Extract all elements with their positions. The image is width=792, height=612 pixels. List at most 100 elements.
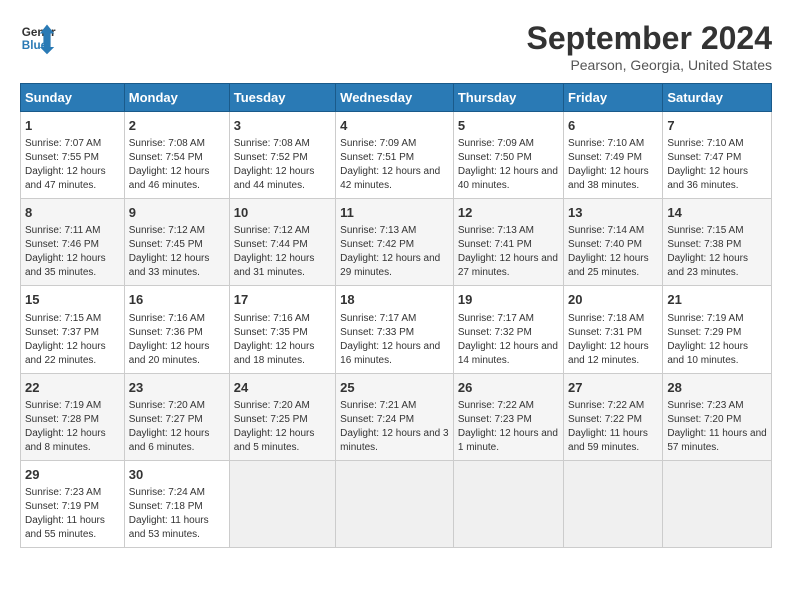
- day-number: 14: [667, 204, 767, 222]
- cell-content: Sunrise: 7:17 AMSunset: 7:32 PMDaylight:…: [458, 312, 559, 368]
- cell-content: Sunrise: 7:13 AMSunset: 7:41 PMDaylight:…: [458, 224, 559, 280]
- calendar-cell: 12 Sunrise: 7:13 AMSunset: 7:41 PMDayligh…: [453, 199, 563, 286]
- calendar-cell: 10Sunrise: 7:12 AMSunset: 7:44 PMDayligh…: [229, 199, 335, 286]
- calendar-subtitle: Pearson, Georgia, United States: [527, 57, 772, 73]
- day-number: 9: [129, 204, 225, 222]
- calendar-cell: 7 Sunrise: 7:10 AMSunset: 7:47 PMDaylight…: [663, 112, 772, 199]
- day-number: 13: [568, 204, 658, 222]
- calendar-week-row: 29 Sunrise: 7:23 AMSunset: 7:19 PMDayligh…: [21, 460, 772, 547]
- calendar-cell: [453, 460, 563, 547]
- day-number: 1: [25, 117, 120, 135]
- title-block: September 2024 Pearson, Georgia, United …: [527, 20, 772, 73]
- cell-content: Sunrise: 7:08 AMSunset: 7:52 PMDaylight:…: [234, 137, 331, 193]
- cell-content: Sunrise: 7:07 AMSunset: 7:55 PMDaylight:…: [25, 137, 120, 193]
- calendar-cell: 13 Sunrise: 7:14 AMSunset: 7:40 PMDayligh…: [564, 199, 663, 286]
- day-number: 19: [458, 291, 559, 309]
- cell-content: Sunrise: 7:15 AMSunset: 7:38 PMDaylight:…: [667, 224, 767, 280]
- weekday-header-monday: Monday: [124, 84, 229, 112]
- day-number: 3: [234, 117, 331, 135]
- cell-content: Sunrise: 7:12 AMSunset: 7:45 PMDaylight:…: [129, 224, 225, 280]
- calendar-cell: 18 Sunrise: 7:17 AMSunset: 7:33 PMDayligh…: [336, 286, 454, 373]
- calendar-cell: [229, 460, 335, 547]
- cell-content: Sunrise: 7:22 AMSunset: 7:23 PMDaylight:…: [458, 399, 559, 455]
- calendar-cell: 1 Sunrise: 7:07 AMSunset: 7:55 PMDaylight…: [21, 112, 125, 199]
- day-number: 6: [568, 117, 658, 135]
- day-number: 18: [340, 291, 449, 309]
- cell-content: Sunrise: 7:17 AMSunset: 7:33 PMDaylight:…: [340, 312, 449, 368]
- day-number: 16: [129, 291, 225, 309]
- day-number: 30: [129, 466, 225, 484]
- generalblue-logo-icon: General Blue: [20, 20, 56, 56]
- calendar-cell: 22 Sunrise: 7:19 AMSunset: 7:28 PMDayligh…: [21, 373, 125, 460]
- cell-content: Sunrise: 7:10 AMSunset: 7:47 PMDaylight:…: [667, 137, 767, 193]
- cell-content: Sunrise: 7:08 AMSunset: 7:54 PMDaylight:…: [129, 137, 225, 193]
- calendar-cell: 14 Sunrise: 7:15 AMSunset: 7:38 PMDayligh…: [663, 199, 772, 286]
- calendar-week-row: 1 Sunrise: 7:07 AMSunset: 7:55 PMDaylight…: [21, 112, 772, 199]
- day-number: 12: [458, 204, 559, 222]
- weekday-header-row: SundayMondayTuesdayWednesdayThursdayFrid…: [21, 84, 772, 112]
- day-number: 28: [667, 379, 767, 397]
- cell-content: Sunrise: 7:15 AMSunset: 7:37 PMDaylight:…: [25, 312, 120, 368]
- day-number: 29: [25, 466, 120, 484]
- cell-content: Sunrise: 7:23 AMSunset: 7:20 PMDaylight:…: [667, 399, 767, 455]
- calendar-cell: 27 Sunrise: 7:22 AMSunset: 7:22 PMDayligh…: [564, 373, 663, 460]
- calendar-cell: [663, 460, 772, 547]
- calendar-cell: 6 Sunrise: 7:10 AMSunset: 7:49 PMDaylight…: [564, 112, 663, 199]
- calendar-week-row: 8Sunrise: 7:11 AMSunset: 7:46 PMDaylight…: [21, 199, 772, 286]
- page-header: General Blue September 2024 Pearson, Geo…: [20, 20, 772, 73]
- calendar-week-row: 15Sunrise: 7:15 AMSunset: 7:37 PMDayligh…: [21, 286, 772, 373]
- calendar-cell: [564, 460, 663, 547]
- day-number: 8: [25, 204, 120, 222]
- cell-content: Sunrise: 7:09 AMSunset: 7:50 PMDaylight:…: [458, 137, 559, 193]
- cell-content: Sunrise: 7:23 AMSunset: 7:19 PMDaylight:…: [25, 486, 120, 542]
- cell-content: Sunrise: 7:19 AMSunset: 7:28 PMDaylight:…: [25, 399, 120, 455]
- calendar-cell: 8Sunrise: 7:11 AMSunset: 7:46 PMDaylight…: [21, 199, 125, 286]
- weekday-header-tuesday: Tuesday: [229, 84, 335, 112]
- calendar-cell: 23 Sunrise: 7:20 AMSunset: 7:27 PMDayligh…: [124, 373, 229, 460]
- weekday-header-thursday: Thursday: [453, 84, 563, 112]
- calendar-cell: 25 Sunrise: 7:21 AMSunset: 7:24 PMDayligh…: [336, 373, 454, 460]
- cell-content: Sunrise: 7:21 AMSunset: 7:24 PMDaylight:…: [340, 399, 449, 455]
- calendar-cell: 17Sunrise: 7:16 AMSunset: 7:35 PMDayligh…: [229, 286, 335, 373]
- calendar-cell: 3 Sunrise: 7:08 AMSunset: 7:52 PMDaylight…: [229, 112, 335, 199]
- cell-content: Sunrise: 7:10 AMSunset: 7:49 PMDaylight:…: [568, 137, 658, 193]
- cell-content: Sunrise: 7:09 AMSunset: 7:51 PMDaylight:…: [340, 137, 449, 193]
- day-number: 4: [340, 117, 449, 135]
- cell-content: Sunrise: 7:22 AMSunset: 7:22 PMDaylight:…: [568, 399, 658, 455]
- cell-content: Sunrise: 7:20 AMSunset: 7:27 PMDaylight:…: [129, 399, 225, 455]
- day-number: 2: [129, 117, 225, 135]
- weekday-header-saturday: Saturday: [663, 84, 772, 112]
- weekday-header-sunday: Sunday: [21, 84, 125, 112]
- calendar-cell: 29 Sunrise: 7:23 AMSunset: 7:19 PMDayligh…: [21, 460, 125, 547]
- cell-content: Sunrise: 7:16 AMSunset: 7:36 PMDaylight:…: [129, 312, 225, 368]
- calendar-cell: 4 Sunrise: 7:09 AMSunset: 7:51 PMDaylight…: [336, 112, 454, 199]
- calendar-cell: 2 Sunrise: 7:08 AMSunset: 7:54 PMDaylight…: [124, 112, 229, 199]
- cell-content: Sunrise: 7:20 AMSunset: 7:25 PMDaylight:…: [234, 399, 331, 455]
- calendar-cell: 30Sunrise: 7:24 AMSunset: 7:18 PMDayligh…: [124, 460, 229, 547]
- calendar-cell: 20 Sunrise: 7:18 AMSunset: 7:31 PMDayligh…: [564, 286, 663, 373]
- weekday-header-wednesday: Wednesday: [336, 84, 454, 112]
- calendar-cell: [336, 460, 454, 547]
- calendar-cell: 19 Sunrise: 7:17 AMSunset: 7:32 PMDayligh…: [453, 286, 563, 373]
- day-number: 25: [340, 379, 449, 397]
- calendar-title: September 2024: [527, 20, 772, 57]
- day-number: 7: [667, 117, 767, 135]
- cell-content: Sunrise: 7:14 AMSunset: 7:40 PMDaylight:…: [568, 224, 658, 280]
- calendar-cell: 21Sunrise: 7:19 AMSunset: 7:29 PMDayligh…: [663, 286, 772, 373]
- calendar-cell: 5 Sunrise: 7:09 AMSunset: 7:50 PMDaylight…: [453, 112, 563, 199]
- day-number: 22: [25, 379, 120, 397]
- cell-content: Sunrise: 7:16 AMSunset: 7:35 PMDaylight:…: [234, 312, 331, 368]
- day-number: 23: [129, 379, 225, 397]
- day-number: 27: [568, 379, 658, 397]
- day-number: 5: [458, 117, 559, 135]
- cell-content: Sunrise: 7:12 AMSunset: 7:44 PMDaylight:…: [234, 224, 331, 280]
- calendar-week-row: 22 Sunrise: 7:19 AMSunset: 7:28 PMDayligh…: [21, 373, 772, 460]
- day-number: 26: [458, 379, 559, 397]
- cell-content: Sunrise: 7:19 AMSunset: 7:29 PMDaylight:…: [667, 312, 767, 368]
- calendar-cell: 16 Sunrise: 7:16 AMSunset: 7:36 PMDayligh…: [124, 286, 229, 373]
- calendar-cell: 11Sunrise: 7:13 AMSunset: 7:42 PMDayligh…: [336, 199, 454, 286]
- cell-content: Sunrise: 7:18 AMSunset: 7:31 PMDaylight:…: [568, 312, 658, 368]
- day-number: 20: [568, 291, 658, 309]
- calendar-cell: 24Sunrise: 7:20 AMSunset: 7:25 PMDayligh…: [229, 373, 335, 460]
- calendar-cell: 15Sunrise: 7:15 AMSunset: 7:37 PMDayligh…: [21, 286, 125, 373]
